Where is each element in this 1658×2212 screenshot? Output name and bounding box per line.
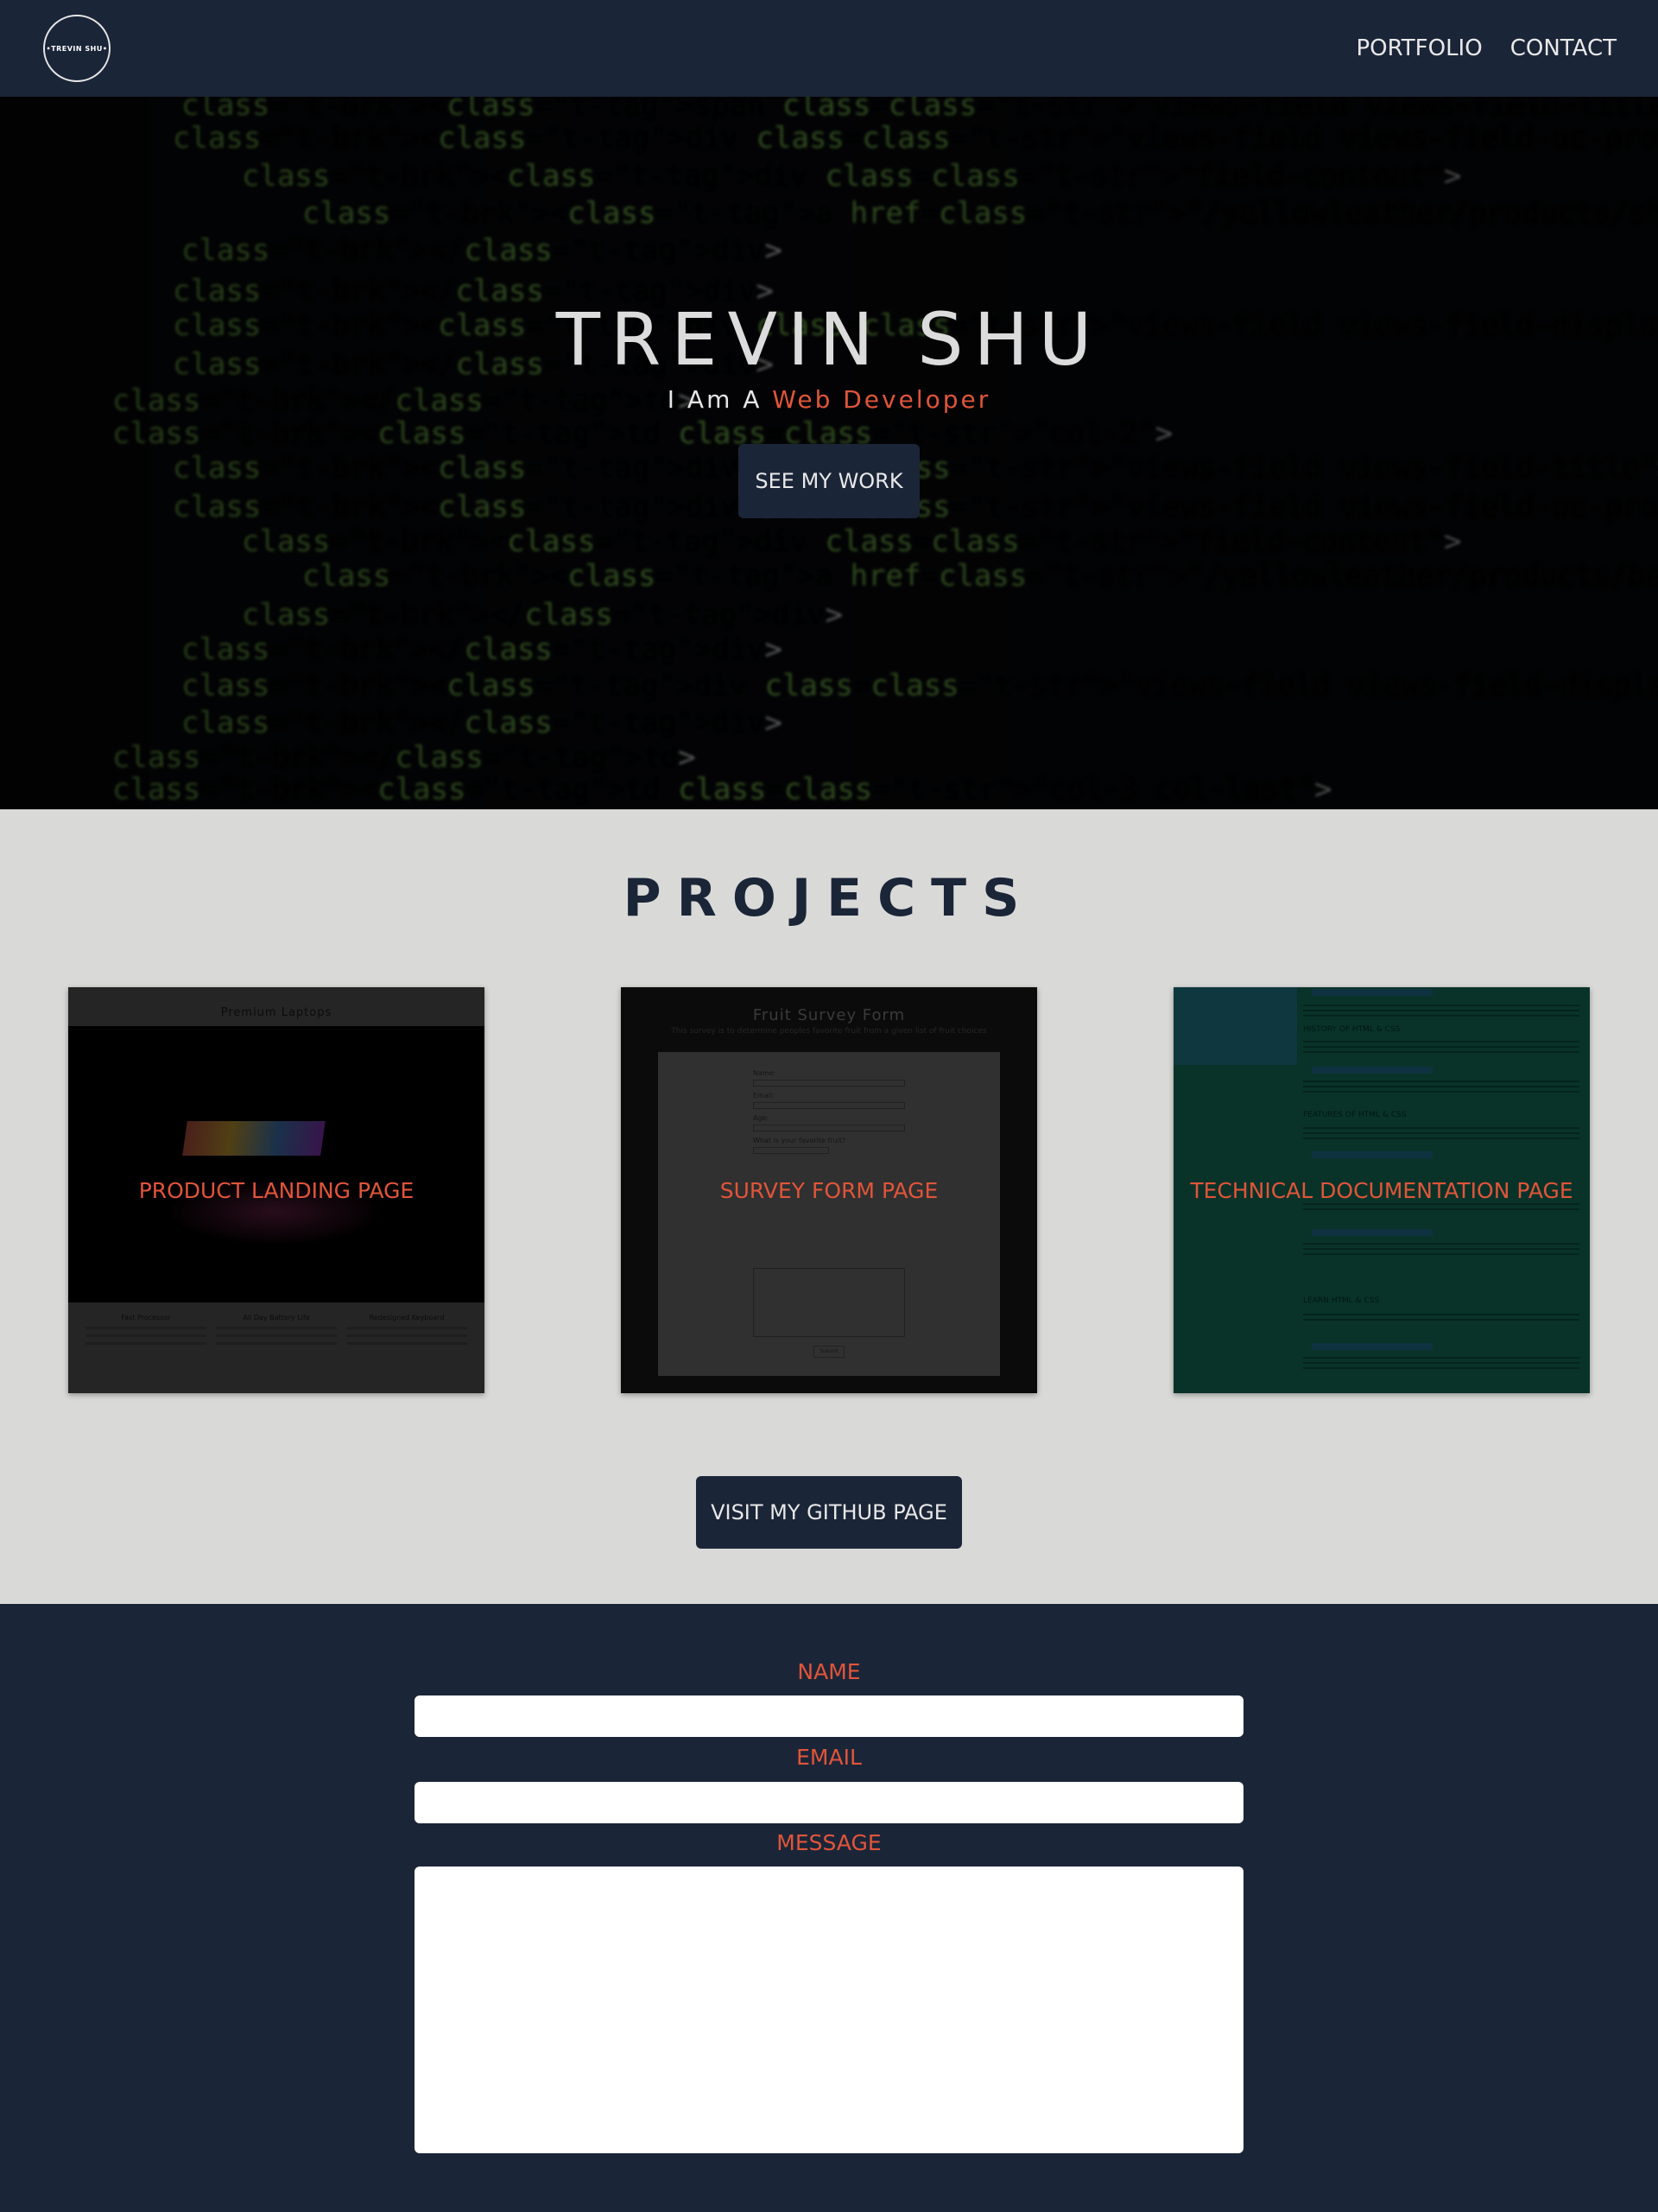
email-label: EMAIL — [796, 1745, 862, 1770]
project-card-product-landing[interactable]: Premium Laptops Fast Processor All Day B… — [68, 987, 484, 1393]
top-navbar: •TREVIN SHU• PORTFOLIO CONTACT — [0, 0, 1658, 97]
hero-subtitle-prefix: I Am A — [667, 385, 773, 414]
hero-title: TREVIN SHU — [555, 297, 1103, 382]
hero-section: class="t-brk"><class="t-tag">span class=… — [0, 97, 1658, 809]
see-my-work-button[interactable]: SEE MY WORK — [738, 444, 920, 518]
project-card-label: SURVEY FORM PAGE — [719, 1177, 939, 1203]
project-card-label: PRODUCT LANDING PAGE — [138, 1177, 414, 1203]
project-card-survey-form[interactable]: Fruit Survey Form This survey is to dete… — [621, 987, 1037, 1393]
projects-heading: PROJECTS — [623, 868, 1035, 929]
projects-section: PROJECTS Premium Laptops Fast Processor … — [0, 809, 1658, 1604]
message-label: MESSAGE — [776, 1830, 882, 1855]
site-logo[interactable]: •TREVIN SHU• — [43, 15, 111, 82]
hero-subtitle-role: Web Developer — [772, 385, 991, 414]
project-card-technical-doc[interactable]: HISTORY OF HTML & CSS FEATURES OF HTML &… — [1174, 987, 1590, 1393]
visit-github-button[interactable]: VISIT MY GITHUB PAGE — [696, 1476, 962, 1549]
hero-subtitle: I Am A Web Developer — [0, 385, 1658, 414]
nav-link-portfolio[interactable]: PORTFOLIO — [1356, 35, 1482, 61]
project-card-label: TECHNICAL DOCUMENTATION PAGE — [1190, 1177, 1573, 1203]
name-label: NAME — [797, 1659, 861, 1684]
contact-section: NAME EMAIL MESSAGE — [0, 1604, 1658, 2212]
message-textarea[interactable] — [414, 1867, 1244, 2153]
email-input[interactable] — [414, 1782, 1244, 1823]
nav-link-contact[interactable]: CONTACT — [1510, 35, 1617, 61]
name-input[interactable] — [414, 1695, 1244, 1737]
nav-links: PORTFOLIO CONTACT — [1356, 0, 1617, 97]
